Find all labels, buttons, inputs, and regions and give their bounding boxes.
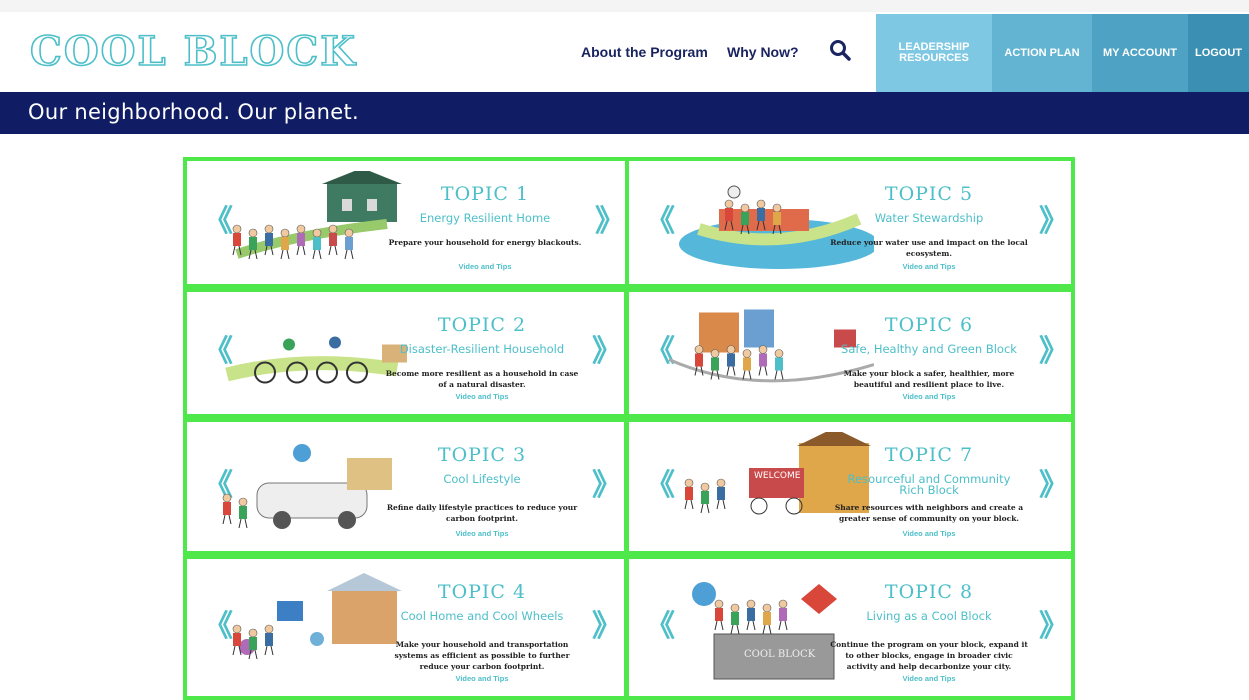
- topic-description: Continue the program on your block, expa…: [830, 640, 1028, 671]
- topic-subtitle: Disaster-Resilient Household: [399, 342, 565, 356]
- action-plan-button[interactable]: ACTION PLAN: [992, 14, 1092, 92]
- topic-description: Prepare your household for energy blacko…: [388, 238, 582, 247]
- topic-title: TOPIC 1: [440, 183, 530, 205]
- topic-card-5[interactable]: 《 TOPIC 5 Water Stewardship Reduce your wat…: [625, 157, 1075, 288]
- topic-description: Reduce your water use and impact on the …: [830, 238, 1028, 258]
- video-and-tips-link[interactable]: Video and Tips: [387, 674, 577, 683]
- topic-description: Share resources with neighbors and creat…: [834, 503, 1024, 523]
- next-arrow-icon[interactable]: 》: [1039, 470, 1069, 501]
- video-and-tips-link[interactable]: Video and Tips: [834, 262, 1024, 271]
- topic-description: Make your household and transportation s…: [394, 640, 570, 671]
- logout-label: LOGOUT: [1194, 46, 1243, 59]
- action-plan-label: ACTION PLAN: [1004, 46, 1080, 59]
- leadership-resources-label: LEADERSHIP RESOURCES: [898, 41, 970, 64]
- topic-title: TOPIC 8: [884, 581, 974, 603]
- video-and-tips-link[interactable]: Video and Tips: [387, 529, 577, 538]
- svg-text:COOL BLOCK: COOL BLOCK: [744, 649, 816, 660]
- my-account-button[interactable]: MY ACCOUNT: [1092, 14, 1188, 92]
- topic-title: TOPIC 3: [437, 444, 527, 466]
- video-and-tips-link[interactable]: Video and Tips: [390, 262, 580, 271]
- next-arrow-icon[interactable]: 》: [1039, 206, 1069, 237]
- my-account-label: MY ACCOUNT: [1103, 46, 1177, 59]
- leadership-resources-button[interactable]: LEADERSHIP RESOURCES: [876, 14, 992, 92]
- video-and-tips-link[interactable]: Video and Tips: [834, 529, 1024, 538]
- logout-button[interactable]: LOGOUT: [1188, 14, 1249, 92]
- topic-subtitle: Resourceful and Community Rich Block: [847, 472, 1011, 497]
- top-strip: [0, 0, 1249, 12]
- next-arrow-icon[interactable]: 》: [592, 611, 622, 642]
- next-arrow-icon[interactable]: 》: [1039, 611, 1069, 642]
- topic-title: TOPIC 5: [884, 183, 974, 205]
- next-arrow-icon[interactable]: 》: [592, 337, 622, 367]
- nav-why-now[interactable]: Why Now?: [727, 44, 799, 60]
- topic-title: TOPIC 7: [884, 444, 974, 466]
- topic-card-1[interactable]: 《 TOPIC 1 Energy Resilient Home Prepare you…: [183, 157, 631, 288]
- topic-subtitle: Cool Lifestyle: [443, 472, 521, 486]
- topic-description: Become more resilient as a household in …: [385, 369, 579, 389]
- topic-subtitle: Water Stewardship: [874, 211, 984, 225]
- topic-subtitle: Living as a Cool Block: [866, 609, 992, 623]
- topic-card-7[interactable]: 《 WELCOME TOPIC 7 Resourceful and Community…: [625, 418, 1075, 555]
- video-and-tips-link[interactable]: Video and Tips: [834, 392, 1024, 401]
- topic-title: TOPIC 6: [884, 314, 974, 336]
- tagline: Our neighborhood. Our planet.: [28, 100, 360, 124]
- video-and-tips-link[interactable]: Video and Tips: [387, 392, 577, 401]
- topic-card-6[interactable]: 《 TOPIC 6 Safe, Healthy and Green Block Mak…: [625, 288, 1075, 418]
- topic-card-8[interactable]: 《 COOL BLOCK TOPIC 8 Living as a Cool Block…: [625, 555, 1075, 700]
- nav-about-program[interactable]: About the Program: [581, 44, 708, 60]
- video-and-tips-link[interactable]: Video and Tips: [834, 674, 1024, 683]
- tagline-banner: Our neighborhood. Our planet.: [0, 92, 1249, 134]
- topic-card-2[interactable]: 《 TOPIC 2 Disaster-Resilient Household Beco…: [183, 288, 628, 418]
- topic-title: TOPIC 4: [437, 581, 527, 603]
- topic-description: Make your block a safer, healthier, more…: [843, 369, 1015, 389]
- topic-title: TOPIC 2: [437, 314, 527, 336]
- topic-card-3[interactable]: 《 TOPIC 3 Cool Lifestyle Refine daily lifes…: [183, 418, 628, 555]
- topic-subtitle: Energy Resilient Home: [419, 211, 551, 225]
- next-arrow-icon[interactable]: 》: [592, 470, 622, 501]
- svg-text:WELCOME: WELCOME: [754, 471, 801, 481]
- topic-subtitle: Safe, Healthy and Green Block: [841, 342, 1017, 356]
- next-arrow-icon[interactable]: 》: [595, 206, 625, 237]
- logo[interactable]: COOL BLOCK: [29, 27, 357, 76]
- topic-subtitle: Cool Home and Cool Wheels: [400, 609, 564, 623]
- topic-description: Refine daily lifestyle practices to redu…: [386, 503, 578, 523]
- next-arrow-icon[interactable]: 》: [1039, 337, 1069, 367]
- search-icon[interactable]: [828, 38, 852, 62]
- topic-card-4[interactable]: 《 TOPIC 4 Cool Home and Cool Wheels Make yo…: [183, 555, 628, 700]
